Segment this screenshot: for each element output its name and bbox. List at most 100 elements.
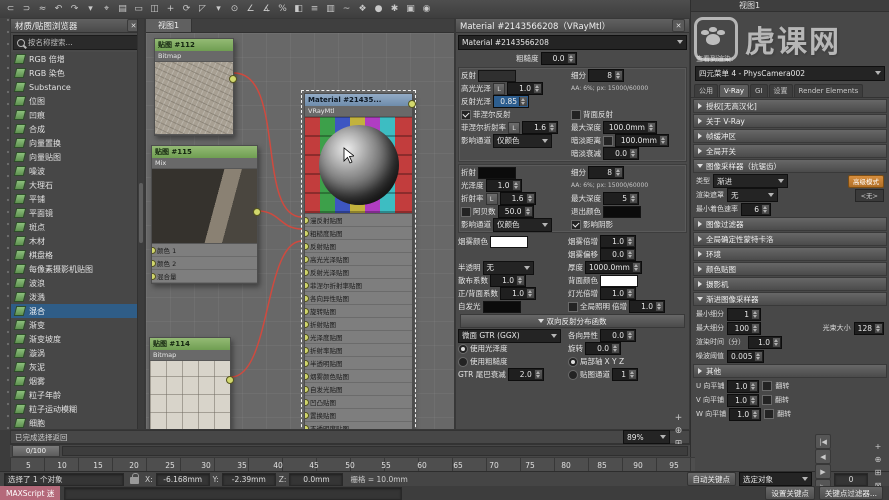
zoom-icon[interactable]: ⊕ <box>672 424 685 437</box>
reflect-subdivs-field[interactable]: 8 <box>588 69 624 82</box>
auto-key-button[interactable]: 自动关键点 <box>687 472 737 486</box>
flip-checkbox[interactable] <box>764 409 774 419</box>
input-slot[interactable]: 反射贴图 <box>305 240 412 253</box>
zoom-level-combo[interactable]: 89% <box>623 430 670 444</box>
input-slot[interactable]: 旋转贴图 <box>305 305 412 318</box>
material-editor-icon[interactable]: ● <box>371 2 386 17</box>
node-bitmap-112[interactable]: 贴图 #112 Bitmap <box>154 38 234 136</box>
play-icon[interactable]: ▶ <box>815 464 831 479</box>
tiling-field[interactable]: 1.0 <box>727 394 759 407</box>
input-slot[interactable]: 混合量 <box>152 270 257 283</box>
render-mask-combo[interactable]: 无 <box>727 188 778 202</box>
spinner-arrows[interactable] <box>567 54 575 63</box>
input-socket-icon[interactable] <box>152 273 156 280</box>
schematic-view-icon[interactable]: ❖ <box>355 2 370 17</box>
min-shading-rate-field[interactable]: 6 <box>741 203 771 216</box>
rollout-bar[interactable]: 关于 V-Ray <box>693 114 887 128</box>
browser-item[interactable]: 混合 <box>11 304 144 318</box>
refract-color-swatch[interactable] <box>478 167 516 179</box>
input-socket-icon[interactable] <box>305 256 309 263</box>
output-socket[interactable] <box>226 376 234 384</box>
refract-gloss-field[interactable]: 1.0 <box>486 179 522 192</box>
browser-item[interactable]: 波浪 <box>11 276 144 290</box>
input-slot[interactable]: 颜色 2 <box>152 257 257 270</box>
curve-editor-icon[interactable]: ~ <box>339 2 354 17</box>
input-socket-icon[interactable] <box>305 360 309 367</box>
affect-shadows-checkbox[interactable] <box>571 220 581 230</box>
render-setup-icon[interactable]: ✱ <box>387 2 402 17</box>
select-and-rotate-icon[interactable]: ⟳ <box>179 2 194 17</box>
anisotropy-field[interactable]: 0.0 <box>600 329 636 342</box>
other-rollout-bar[interactable]: 其他 <box>693 364 887 378</box>
input-slot[interactable]: 漫反射贴图 <box>305 214 412 227</box>
refract-subdivs-field[interactable]: 8 <box>588 166 624 179</box>
fog-bias-field[interactable]: 0.0 <box>600 248 636 261</box>
input-socket-icon[interactable] <box>305 217 309 224</box>
input-socket-icon[interactable] <box>305 282 309 289</box>
abbe-checkbox[interactable] <box>461 207 471 217</box>
browser-item[interactable]: 渐变坡度 <box>11 332 144 346</box>
fog-color-swatch[interactable] <box>490 236 528 248</box>
input-socket-icon[interactable] <box>305 412 309 419</box>
zoom-icon[interactable]: ⊕ <box>871 453 885 466</box>
lock-selection-icon[interactable] <box>130 477 139 484</box>
browser-item[interactable]: 向量置换 <box>11 136 144 150</box>
browser-item[interactable]: 灰泥 <box>11 360 144 374</box>
input-slot[interactable]: 置换贴图 <box>305 409 412 422</box>
browser-item[interactable]: 合成 <box>11 122 144 136</box>
translucency-combo[interactable]: 无 <box>483 261 534 275</box>
lock-button[interactable]: L <box>493 83 505 95</box>
reference-coordinate-icon[interactable]: ▾ <box>211 2 226 17</box>
input-slot[interactable]: 颜色 1 <box>152 244 257 257</box>
input-socket-icon[interactable] <box>305 425 309 429</box>
render-time-field[interactable]: 1.0 <box>748 336 782 349</box>
browser-item[interactable]: Substance <box>11 80 144 94</box>
render-tab[interactable]: 公用 <box>694 84 718 97</box>
min-subdivs-field[interactable]: 1 <box>727 308 761 321</box>
close-icon[interactable]: ✕ <box>672 19 685 32</box>
flip-checkbox[interactable] <box>762 381 772 391</box>
lock-button[interactable]: L <box>486 193 498 205</box>
backside-checkbox[interactable] <box>571 110 581 120</box>
percent-snap-icon[interactable]: % <box>275 2 290 17</box>
input-socket-icon[interactable] <box>305 373 309 380</box>
rollout-bar[interactable]: 图像过滤器 <box>693 217 887 231</box>
gi-checkbox[interactable] <box>568 302 578 312</box>
reflect-color-swatch[interactable] <box>478 70 516 82</box>
advanced-mode-button[interactable]: 高级模式 <box>848 175 884 188</box>
select-by-name-icon[interactable]: ▤ <box>115 2 130 17</box>
selection-filter-icon[interactable]: ▾ <box>83 2 98 17</box>
fresnel-checkbox[interactable] <box>461 110 471 120</box>
tiling-field[interactable]: 1.0 <box>727 380 759 393</box>
node-title[interactable]: 贴图 #114 <box>150 338 230 350</box>
rollout-bar[interactable]: 图像采样器（抗锯齿） <box>693 159 887 173</box>
camera-selector[interactable]: 四元菜单 4 - PhysCamera002 <box>695 66 885 81</box>
rollout-bar[interactable]: 全局确定性蒙特卡洛 <box>693 232 887 246</box>
exit-color-swatch[interactable] <box>603 206 641 218</box>
render-production-icon[interactable]: ◉ <box>419 2 434 17</box>
input-slot[interactable]: 自发光贴图 <box>305 383 412 396</box>
brdf-rollout-bar[interactable]: 双向反射分布函数 <box>460 314 685 328</box>
listener-field[interactable] <box>64 487 402 500</box>
use-pivot-center-icon[interactable]: ⊙ <box>227 2 242 17</box>
input-socket-icon[interactable] <box>305 321 309 328</box>
select-and-scale-icon[interactable]: ◸ <box>195 2 210 17</box>
browser-item[interactable]: 凹痕 <box>11 108 144 122</box>
output-socket[interactable] <box>229 75 237 83</box>
gtr-falloff-field[interactable]: 2.0 <box>508 368 544 381</box>
rollout-bar[interactable]: 授权[无高汉化] <box>693 99 887 113</box>
browser-item[interactable]: 细胞 <box>11 416 144 429</box>
output-socket[interactable] <box>408 100 416 108</box>
dim-distance-checkbox[interactable] <box>603 136 613 146</box>
set-key-button[interactable]: 设置关键点 <box>765 486 815 500</box>
x-coordinate-field[interactable]: -6.168mm <box>156 473 210 486</box>
input-socket-icon[interactable] <box>305 386 309 393</box>
brdf-type-combo[interactable]: 微面 GTR (GGX) <box>458 329 561 343</box>
input-socket-icon[interactable] <box>152 247 156 254</box>
browser-item[interactable]: 烟雾 <box>11 374 144 388</box>
selfillum-mult-field[interactable]: 1.0 <box>629 300 665 313</box>
flip-checkbox[interactable] <box>762 395 772 405</box>
reflect-gloss-field[interactable]: 0.85 <box>493 95 529 108</box>
input-slot[interactable]: 半透明贴图 <box>305 357 412 370</box>
render-mask-value[interactable]: <无> <box>855 189 884 202</box>
